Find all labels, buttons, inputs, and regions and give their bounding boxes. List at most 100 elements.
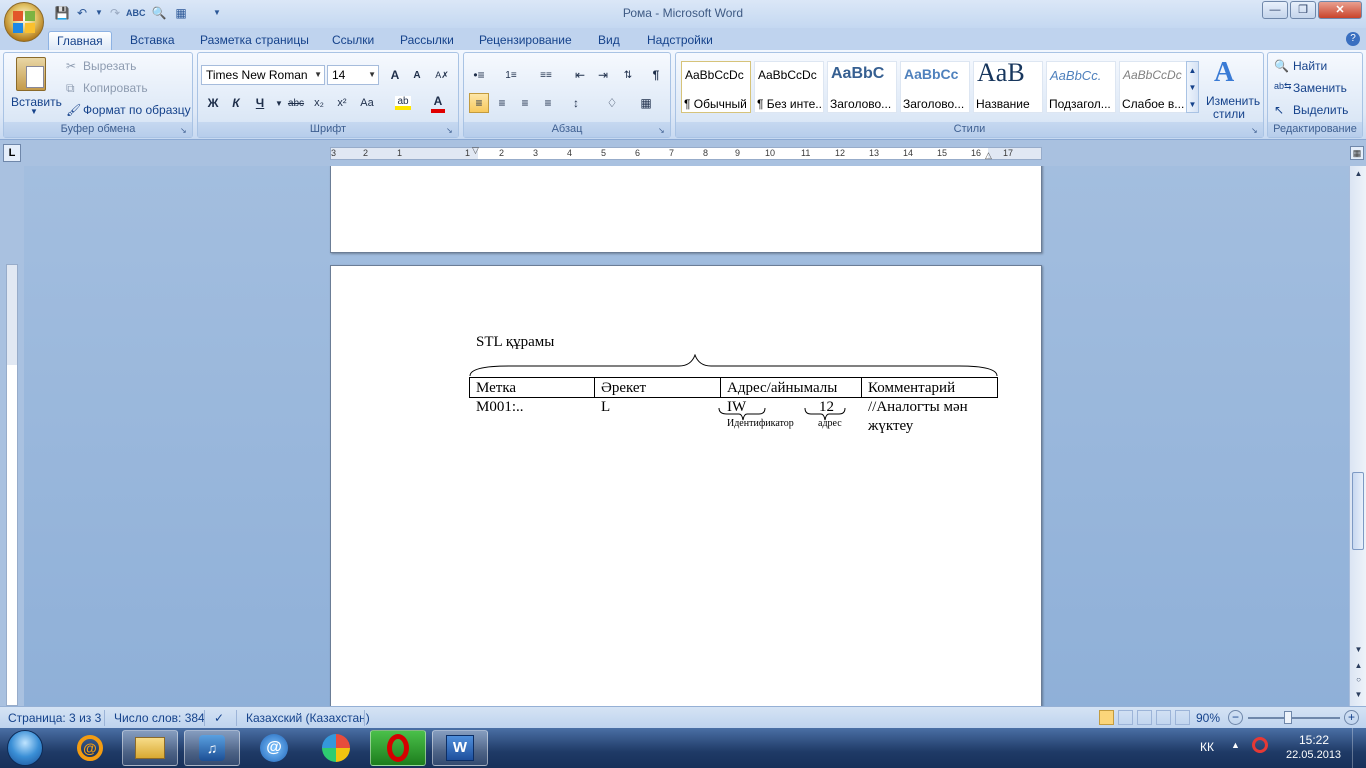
clear-formatting-icon[interactable]: A​✗ — [432, 65, 452, 85]
change-case-button[interactable]: Aa — [357, 93, 377, 113]
change-styles-button[interactable]: Изменить — [1206, 94, 1260, 108]
web-layout-view-icon[interactable] — [1137, 710, 1152, 725]
change-styles-icon[interactable]: A — [1214, 59, 1234, 87]
row-label[interactable]: M001:.. — [476, 399, 524, 416]
language-indicator[interactable]: Казахский (Казахстан) — [246, 711, 370, 725]
numbering-icon[interactable]: 1≡ — [501, 65, 521, 85]
style-normal[interactable]: AaBbCcDc ¶ Обычный — [681, 61, 751, 113]
paste-dropdown-icon[interactable]: ▼ — [30, 107, 38, 116]
styles-scroll[interactable]: ▲ ▼ ▼ — [1186, 61, 1199, 113]
horizontal-ruler[interactable]: 3 2 1 1 2 3 4 5 6 7 8 9 10 11 12 13 14 1… — [330, 145, 1042, 160]
taskbar-mail-app[interactable]: @ — [62, 730, 118, 766]
tab-insert[interactable]: Вставка — [122, 31, 183, 50]
replace-button[interactable]: Заменить — [1293, 81, 1347, 95]
cut-button[interactable]: Вырезать — [83, 59, 136, 73]
tab-home[interactable]: Главная — [48, 31, 112, 50]
zoom-out-icon[interactable]: − — [1228, 710, 1243, 725]
taskbar-media-app[interactable]: ♫ — [184, 730, 240, 766]
align-right-icon[interactable]: ≡ — [515, 93, 535, 113]
tab-references[interactable]: Ссылки — [324, 31, 382, 50]
line-spacing-icon[interactable]: ↕ — [566, 93, 586, 113]
italic-button[interactable]: К — [226, 93, 246, 113]
scroll-thumb[interactable] — [1352, 472, 1364, 550]
highlight-icon[interactable]: ab — [393, 93, 413, 113]
outline-view-icon[interactable] — [1156, 710, 1171, 725]
paste-icon[interactable] — [16, 57, 46, 91]
style-no-spacing[interactable]: AaBbCcDc ¶ Без инте... — [754, 61, 824, 113]
show-marks-icon[interactable]: ¶ — [646, 65, 666, 85]
clock-date[interactable]: 22.05.2013 — [1286, 749, 1341, 761]
show-desktop-button[interactable] — [1352, 728, 1366, 768]
align-center-icon[interactable]: ≡ — [492, 93, 512, 113]
document-heading[interactable]: STL құрамы — [476, 334, 554, 351]
paragraph-launcher-icon[interactable]: ↘ — [658, 126, 667, 135]
view-ruler-icon[interactable]: ▦ — [1350, 146, 1364, 160]
style-subtle-emphasis[interactable]: AaBbCcDc Слабое в... — [1119, 61, 1189, 113]
shrink-font-button[interactable]: A — [407, 65, 427, 85]
previous-page-icon[interactable]: ▲ — [1353, 660, 1364, 671]
scroll-up-icon[interactable]: ▲ — [1353, 168, 1364, 179]
font-size-combo[interactable]: 14 ▼ — [327, 65, 379, 85]
superscript-button[interactable]: x² — [332, 93, 352, 113]
scroll-down-icon[interactable]: ▼ — [1353, 644, 1364, 655]
vertical-ruler[interactable] — [6, 264, 18, 706]
font-launcher-icon[interactable]: ↘ — [446, 126, 455, 135]
zoom-in-icon[interactable]: + — [1344, 710, 1359, 725]
row-action[interactable]: L — [601, 399, 610, 416]
font-name-combo[interactable]: Times New Roman ▼ — [201, 65, 325, 85]
format-painter-button[interactable]: Формат по образцу — [83, 103, 191, 117]
table-header-cell[interactable]: Метка — [469, 377, 595, 398]
indent-marker-icon[interactable]: ▽ — [472, 145, 479, 156]
taskbar-app[interactable] — [308, 730, 364, 766]
tab-addins[interactable]: Надстройки — [639, 31, 721, 50]
keyboard-language[interactable]: КК — [1200, 740, 1214, 754]
clock-time[interactable]: 15:22 — [1299, 733, 1329, 747]
underline-button[interactable]: Ч — [250, 93, 270, 113]
page-current[interactable]: STL құрамы Метка Әрекет Адрес/айнымалы К… — [330, 265, 1042, 706]
grow-font-button[interactable]: A — [385, 65, 405, 85]
scroll-up-icon[interactable]: ▲ — [1187, 62, 1198, 79]
clipboard-launcher-icon[interactable]: ↘ — [180, 126, 189, 135]
taskbar-browser[interactable]: @ — [246, 730, 302, 766]
tab-stop-selector[interactable]: L — [3, 144, 21, 162]
style-heading-2[interactable]: AaBbCc Заголово... — [900, 61, 970, 113]
office-button[interactable] — [4, 2, 44, 42]
strikethrough-button[interactable]: abc — [286, 93, 306, 113]
page-indicator[interactable]: Страница: 3 из 3 — [8, 711, 101, 725]
stl-table[interactable]: Метка Әрекет Адрес/айнымалы Комментарий — [469, 377, 998, 398]
borders-icon[interactable]: ▦ — [636, 93, 656, 113]
browse-object-icon[interactable]: ○ — [1353, 674, 1364, 685]
tray-expand-icon[interactable]: ▲ — [1231, 740, 1240, 750]
zoom-slider-track[interactable] — [1248, 717, 1340, 719]
copy-button[interactable]: Копировать — [83, 81, 148, 95]
tab-mailings[interactable]: Рассылки — [392, 31, 462, 50]
start-button[interactable] — [3, 728, 47, 768]
style-title[interactable]: AaB Название — [973, 61, 1043, 113]
document-area[interactable]: STL құрамы Метка Әрекет Адрес/айнымалы К… — [24, 166, 1349, 706]
table-header-cell[interactable]: Әрекет — [594, 377, 721, 398]
word-count[interactable]: Число слов: 384 — [114, 711, 205, 725]
sort-icon[interactable]: ⇅ — [618, 65, 638, 85]
font-color-icon[interactable]: A — [428, 93, 448, 113]
select-button[interactable]: Выделить — [1293, 103, 1348, 117]
vertical-scrollbar[interactable]: ▲ ▼ ▲ ○ ▼ — [1349, 166, 1366, 706]
tab-page-layout[interactable]: Разметка страницы — [192, 31, 317, 50]
scroll-down-icon[interactable]: ▼ — [1187, 79, 1198, 96]
page-previous[interactable] — [330, 166, 1042, 253]
row-comment-cont[interactable]: жүктеу — [868, 418, 913, 435]
taskbar-word[interactable]: W — [432, 730, 488, 766]
print-layout-view-icon[interactable] — [1099, 710, 1114, 725]
increase-indent-icon[interactable]: ⇥ — [593, 65, 613, 85]
table-header-cell[interactable]: Адрес/айнымалы — [720, 377, 862, 398]
tab-view[interactable]: Вид — [590, 31, 628, 50]
multilevel-list-icon[interactable]: ≡≡ — [536, 65, 556, 85]
full-screen-view-icon[interactable] — [1118, 710, 1133, 725]
zoom-slider-thumb[interactable] — [1284, 711, 1292, 724]
styles-more-icon[interactable]: ▼ — [1187, 96, 1198, 113]
taskbar-opera[interactable] — [370, 730, 426, 766]
next-page-icon[interactable]: ▼ — [1353, 689, 1364, 700]
annotation-identifier[interactable]: Идентификатор — [727, 418, 794, 429]
style-heading-1[interactable]: AaBbC Заголово... — [827, 61, 897, 113]
row-comment[interactable]: //Аналогты мән — [868, 399, 968, 416]
proofing-icon[interactable]: ✓ — [214, 711, 224, 725]
